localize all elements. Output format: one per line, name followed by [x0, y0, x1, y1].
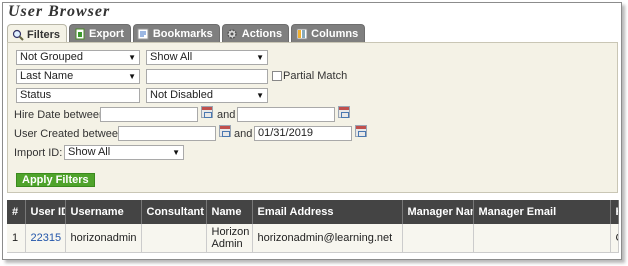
- column-header[interactable]: Consultant ID: [141, 200, 207, 224]
- magnifier-icon: [11, 28, 24, 41]
- column-header[interactable]: #: [7, 200, 26, 224]
- manager-email-cell: [473, 224, 611, 253]
- tab-bookmarks[interactable]: Bookmarks: [132, 24, 220, 43]
- status-value: Not Disabled: [150, 89, 213, 101]
- chevron-down-icon: ▼: [256, 91, 264, 100]
- grouping-select[interactable]: Not Grouped ▼: [16, 50, 140, 65]
- tab-label: Export: [89, 28, 124, 40]
- page-title: User Browser: [8, 3, 111, 20]
- partial-match-label: Partial Match: [283, 70, 348, 82]
- consultant-id-cell: [141, 224, 207, 253]
- tab-label: Filters: [27, 28, 61, 41]
- username-cell: horizonadmin: [65, 224, 142, 253]
- user-id-link[interactable]: 22315: [31, 232, 62, 244]
- column-header[interactable]: Manager Name: [402, 200, 474, 224]
- tab-actions[interactable]: Actions: [221, 24, 290, 43]
- chevron-down-icon: ▼: [128, 53, 136, 62]
- status-field[interactable]: Status: [16, 88, 140, 103]
- calendar-icon[interactable]: [219, 125, 231, 137]
- columns-icon: [295, 28, 308, 41]
- column-header[interactable]: H: [610, 200, 619, 224]
- show-select[interactable]: Show All ▼: [146, 50, 268, 65]
- document-icon: [73, 28, 86, 41]
- hire-and-label: and: [217, 109, 236, 121]
- created-to-input[interactable]: 01/31/2019: [254, 126, 352, 141]
- created-and-label: and: [234, 128, 253, 140]
- tab-columns[interactable]: Columns: [291, 24, 366, 43]
- column-header[interactable]: Email Address: [252, 200, 403, 224]
- chevron-down-icon: ▼: [128, 72, 136, 81]
- hire-date-from-input[interactable]: [100, 107, 198, 122]
- tab-label: Actions: [241, 28, 283, 40]
- table-row: 1 22315 horizonadmin Horizon Admin horiz…: [7, 224, 619, 253]
- hire-date-to-input[interactable]: [237, 107, 335, 122]
- column-header[interactable]: Name: [206, 200, 253, 224]
- filters-panel: Not Grouped ▼ Show All ▼ Last Name ▼ Par…: [7, 42, 618, 193]
- import-id-value: Show All: [68, 146, 111, 158]
- field-value: Last Name: [20, 70, 74, 82]
- row-number: 1: [7, 224, 26, 253]
- calendar-icon[interactable]: [355, 125, 367, 137]
- tab-label: Columns: [311, 28, 359, 40]
- apply-filters-button[interactable]: Apply Filters: [16, 173, 95, 187]
- tab-export[interactable]: Export: [69, 24, 131, 43]
- calendar-icon[interactable]: [201, 106, 213, 118]
- user-browser-window: User Browser Filters Export Bookmarks Ac…: [2, 2, 622, 260]
- tab-label: Bookmarks: [152, 28, 213, 40]
- users-table: # User ID Username Consultant ID Name Em…: [7, 200, 619, 253]
- tab-bar: Filters Export Bookmarks Actions Columns: [7, 24, 366, 44]
- gear-icon: [226, 28, 239, 41]
- tab-filters[interactable]: Filters: [7, 24, 68, 44]
- extra-cell: C: [610, 224, 619, 253]
- column-header[interactable]: Manager Email: [473, 200, 611, 224]
- partial-match-checkbox[interactable]: [272, 71, 282, 81]
- field-select[interactable]: Last Name ▼: [16, 69, 140, 84]
- table-header-row: # User ID Username Consultant ID Name Em…: [7, 200, 619, 224]
- column-header[interactable]: User ID: [25, 200, 66, 224]
- manager-name-cell: [402, 224, 474, 253]
- grouping-value: Not Grouped: [20, 51, 83, 63]
- import-id-label: Import ID:: [14, 147, 63, 159]
- hire-date-label: Hire Date between: [14, 109, 106, 121]
- bookmark-icon: [137, 28, 150, 41]
- status-select[interactable]: Not Disabled ▼: [146, 88, 268, 103]
- name-cell: Horizon Admin: [206, 224, 253, 253]
- chevron-down-icon: ▼: [172, 148, 180, 157]
- show-value: Show All: [150, 51, 193, 63]
- user-created-label: User Created between: [14, 128, 125, 140]
- calendar-icon[interactable]: [338, 106, 350, 118]
- field-value-input[interactable]: [146, 69, 268, 84]
- chevron-down-icon: ▼: [256, 53, 264, 62]
- import-id-select[interactable]: Show All ▼: [64, 145, 184, 160]
- user-id-cell: 22315: [25, 224, 66, 253]
- email-cell: horizonadmin@learning.net: [252, 224, 403, 253]
- created-from-input[interactable]: [118, 126, 216, 141]
- column-header[interactable]: Username: [65, 200, 142, 224]
